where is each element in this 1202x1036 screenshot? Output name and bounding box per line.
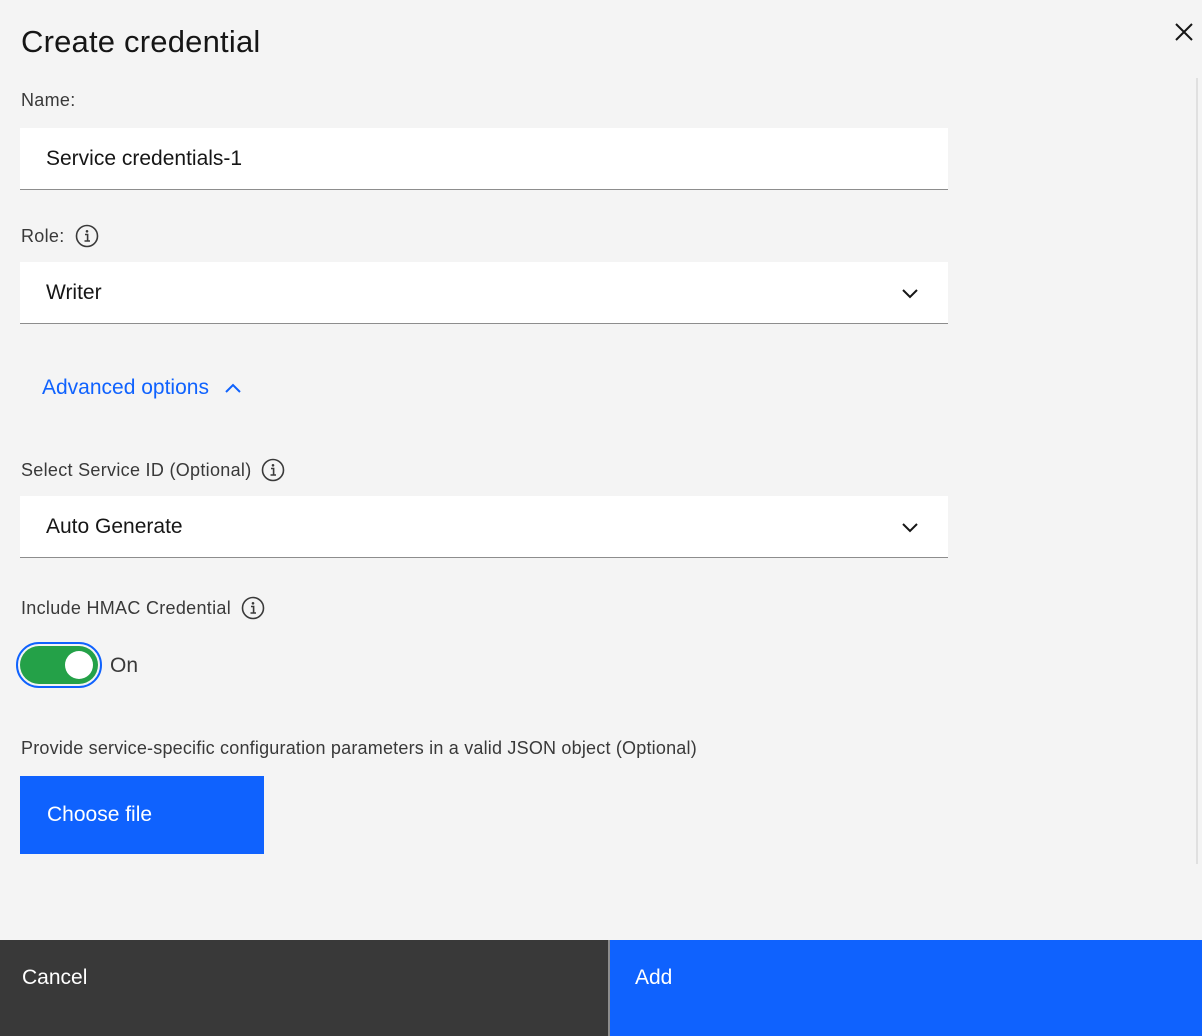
toggle-knob <box>65 651 93 679</box>
name-label-text: Name: <box>21 90 76 110</box>
service-id-select[interactable]: Auto Generate <box>20 496 948 558</box>
name-input[interactable] <box>46 146 906 171</box>
role-select[interactable]: Writer <box>20 262 948 324</box>
add-button[interactable]: Add <box>610 940 1202 1036</box>
cancel-button[interactable]: Cancel <box>0 940 608 1036</box>
hmac-label: Include HMAC Credential <box>21 596 265 620</box>
service-id-label: Select Service ID (Optional) <box>21 458 285 482</box>
config-description: Provide service-specific configuration p… <box>21 738 697 758</box>
choose-file-button[interactable]: Choose file <box>20 776 264 854</box>
modal-footer: Cancel Add <box>0 940 1202 1036</box>
service-id-label-text: Select Service ID (Optional) <box>21 459 252 480</box>
hmac-label-text: Include HMAC Credential <box>21 597 231 618</box>
chevron-down-icon <box>900 518 920 538</box>
role-label-text: Role: <box>21 225 65 246</box>
chevron-up-icon <box>223 378 243 398</box>
info-icon[interactable] <box>261 458 285 482</box>
toggle-track <box>20 646 98 684</box>
advanced-options-label: Advanced options <box>42 376 209 399</box>
scrollbar[interactable] <box>1196 78 1198 864</box>
role-selected-value: Writer <box>46 280 102 304</box>
modal-title: Create credential <box>21 24 261 59</box>
chevron-down-icon <box>900 284 920 304</box>
service-id-selected-value: Auto Generate <box>46 514 183 538</box>
info-icon[interactable] <box>75 224 99 248</box>
name-label: Name: <box>21 90 76 111</box>
name-field[interactable] <box>20 128 948 190</box>
hmac-toggle-state: On <box>110 654 139 677</box>
close-button[interactable] <box>1168 18 1200 50</box>
close-icon[interactable] <box>1173 21 1195 48</box>
role-label: Role: <box>21 224 99 248</box>
info-icon[interactable] <box>241 596 265 620</box>
advanced-options-toggle[interactable]: Advanced options <box>42 376 243 400</box>
hmac-toggle[interactable] <box>16 642 102 688</box>
